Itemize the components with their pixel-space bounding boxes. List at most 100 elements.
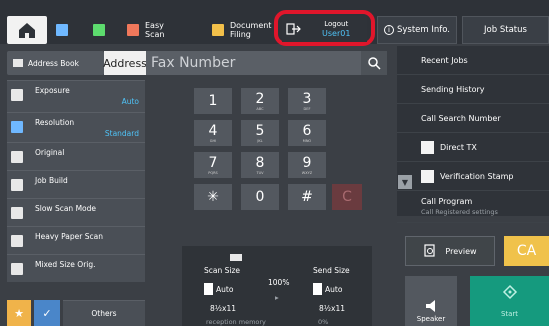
speaker-label: Speaker [416,315,446,323]
key-7-label: 7 [208,155,218,171]
menu-recent-jobs[interactable]: Recent Jobs [397,46,549,75]
key-0-label: 0 [255,189,265,205]
start-icon [502,284,518,300]
menu-call-program[interactable]: Call Program Call Registered settings [397,191,549,223]
key-5[interactable]: 5 JKL [241,120,279,146]
slow-scan-label: Slow Scan Mode [35,204,97,213]
direct-tx-checkbox[interactable] [421,140,434,154]
logout-button[interactable]: Logout User01 [282,16,367,42]
key-6[interactable]: 6 MNO [288,120,326,146]
key-8[interactable]: 8 TUV [241,152,279,178]
job-status-label: Job Status [484,25,527,35]
original-button[interactable]: Original [7,142,145,170]
chevron-down-icon: ▼ [401,177,409,187]
preview-icon [424,244,436,257]
key-1-label: 1 [208,93,218,109]
menu-call-search-number[interactable]: Call Search Number [397,104,549,133]
key-9-letters: WXYZ [301,171,313,175]
key-7[interactable]: 7 PQRS [194,152,232,178]
resolution-label: Resolution [35,118,75,127]
resolution-icon [11,121,23,133]
scan-size-label: Scan Size [204,266,241,275]
keypad: 1 2 ABC 3 DEF 4 GHI 5 JKL 6 MNO 7 PQRS 8 TUV 9W… [182,82,372,212]
tab-copy[interactable] [56,16,74,44]
address-label: Address [103,51,147,75]
key-3[interactable]: 3 DEF [288,88,326,114]
document-filing-label: Document Filing [230,21,272,39]
clear-key[interactable]: C [332,184,362,210]
key-4[interactable]: 4 GHI [194,120,232,146]
ca-button[interactable]: CA [504,236,549,266]
start-label: Start [500,310,519,318]
home-button[interactable] [7,16,47,44]
scan-size-paper: 8½x11 [210,304,237,313]
ratio-value: 100% [268,278,290,287]
key-4-letters: GHI [209,139,217,143]
job-build-button[interactable]: Job Build [7,170,145,198]
search-button[interactable] [361,51,387,75]
key-2-label: 2 [255,91,265,107]
recent-jobs-label: Recent Jobs [421,55,468,65]
key-1[interactable]: 1 [194,88,232,114]
search-icon [368,57,381,70]
star-icon: ★ [14,306,24,320]
call-program-label: Call Program [421,197,473,206]
home-icon [19,23,35,38]
job-build-icon [11,179,23,191]
menu-direct-tx[interactable]: Direct TX [397,133,549,162]
job-status-button[interactable]: Job Status [462,16,549,44]
tab-easy-scan[interactable]: Easy Scan [127,16,164,44]
original-label: Original [35,148,65,157]
key-hash[interactable]: # [288,184,326,210]
address-book-label: Address Book [28,58,79,68]
fax-number-field[interactable]: Fax Number [146,51,361,75]
resolution-button[interactable]: Resolution Standard [7,112,145,142]
key-star[interactable]: ✳ [194,184,232,210]
logout-icon [286,23,301,35]
mixed-size-orig-button[interactable]: Mixed Size Orig. [7,254,145,282]
exposure-icon [11,89,23,101]
filing-icon [212,24,224,36]
original-icon [11,151,23,163]
reception-memory-value: 0% [318,318,329,326]
resolution-value: Standard [104,129,139,138]
speaker-button[interactable]: Speaker [405,276,457,326]
key-2[interactable]: 2 ABC [241,88,279,114]
system-info-button[interactable]: i System Info. [377,16,457,44]
logout-label: Logout [324,20,349,28]
menu-sending-history[interactable]: Sending History [397,75,549,104]
key-3-letters: DEF [303,107,311,111]
mixed-size-icon [11,263,23,275]
exposure-button[interactable]: Exposure Auto [7,80,145,112]
call-program-sub: Call Registered settings [421,208,498,216]
tab-scan[interactable] [93,16,111,44]
key-0[interactable]: 0 [241,184,279,210]
key-5-label: 5 [255,123,265,139]
reception-memory-label: reception memory [206,318,266,326]
key-6-letters: MNO [302,139,312,143]
scan-paper-icon [204,283,213,295]
easy-scan-label: Easy Scan [145,21,165,39]
menu-verification-stamp[interactable]: Verification Stamp [397,162,549,191]
heavy-paper-scan-button[interactable]: Heavy Paper Scan [7,226,145,254]
address-book-button[interactable]: Address Book [7,51,104,75]
preview-button[interactable]: Preview [405,236,495,266]
scan-info-panel: Scan Size Auto 8½x11 100% ▸ Send Size Au… [182,246,372,326]
key-5-letters: JKL [257,139,263,143]
preview-label: Preview [445,246,477,256]
scroll-down-button[interactable]: ▼ [398,175,412,189]
checkmark-icon: ✓ [42,306,52,320]
heavy-paper-label: Heavy Paper Scan [35,232,103,241]
mixed-size-label: Mixed Size Orig. [35,260,96,269]
scanner-icon [230,254,242,261]
slow-scan-mode-button[interactable]: Slow Scan Mode [7,198,145,226]
others-button[interactable]: Others [63,300,145,326]
key-9[interactable]: 9 WXYZ [288,152,326,178]
tab-document-filing[interactable]: Document Filing [212,16,271,44]
check-button[interactable]: ✓ [34,300,60,326]
heavy-paper-icon [11,235,23,247]
verification-stamp-checkbox[interactable] [421,169,434,183]
favorites-button[interactable]: ★ [7,300,31,326]
start-button[interactable]: Start [470,276,549,326]
easy-scan-icon [127,24,139,36]
